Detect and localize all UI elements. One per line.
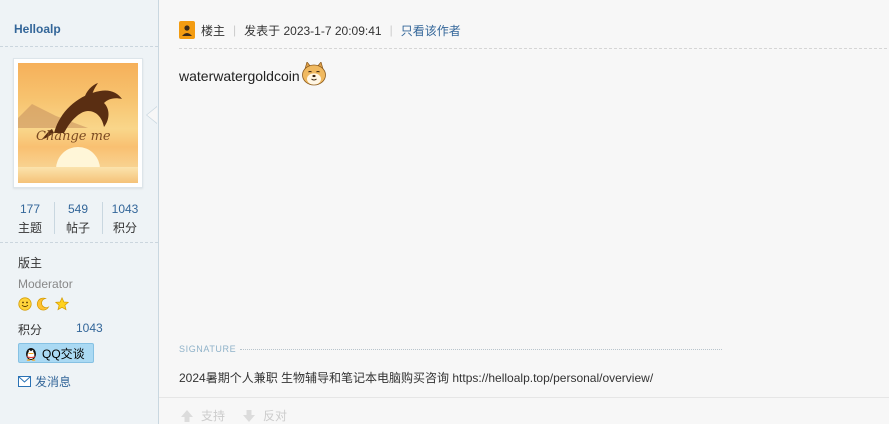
qq-penguin-icon (26, 348, 36, 361)
stat-points[interactable]: 1043 积分 (103, 202, 147, 236)
only-author-link[interactable]: 只看该作者 (401, 22, 461, 39)
qq-chat-label: QQ交谈 (42, 346, 85, 361)
post-body-text: waterwatergoldcoin (179, 68, 300, 84)
footer-divider (159, 397, 889, 398)
author-avatar[interactable]: Change me (13, 58, 143, 188)
stat-posts-label: 帖子 (65, 221, 90, 235)
author-username[interactable]: Helloalp (14, 22, 61, 36)
author-medals (18, 297, 70, 313)
support-label: 支持 (201, 409, 226, 423)
stat-points-value: 1043 (111, 202, 139, 216)
sidebar-divider (0, 242, 158, 243)
post-main: 楼主 | 发表于 2023-1-7 20:09:41 | 只看该作者 water… (159, 0, 889, 424)
header-separator: | (233, 23, 237, 37)
signature-divider (240, 348, 723, 350)
post-header: 楼主 | 发表于 2023-1-7 20:09:41 | 只看该作者 (179, 20, 461, 40)
send-message-label: 发消息 (35, 375, 72, 389)
post-content: waterwatergoldcoin (179, 62, 327, 86)
avatar-sun (56, 147, 100, 169)
qq-chat-button[interactable]: QQ交谈 (18, 343, 94, 363)
avatar-caption: Change me (36, 129, 111, 144)
thread-owner-label: 楼主 (201, 23, 226, 38)
smiley-medal-icon[interactable] (18, 297, 32, 311)
post-date: 发表于 2023-1-7 20:09:41 (244, 23, 382, 38)
stat-divider (54, 202, 55, 234)
moon-medal-icon[interactable] (36, 297, 50, 311)
send-message-link[interactable]: 发消息 (18, 373, 71, 390)
points-value: 1043 (76, 321, 103, 335)
header-separator: | (389, 23, 393, 37)
signature-label: SIGNATURE (179, 344, 723, 354)
star-medal-icon[interactable] (54, 297, 69, 311)
stat-points-label: 积分 (112, 221, 137, 235)
sidebar-divider (0, 46, 158, 47)
avatar-sea (18, 167, 138, 183)
doge-emoji-icon (301, 62, 326, 86)
support-button[interactable]: 支持 (179, 407, 225, 424)
stat-posts[interactable]: 549 帖子 (56, 202, 100, 236)
stat-topics-label: 主题 (17, 221, 42, 235)
header-divider (179, 48, 887, 49)
oppose-button[interactable]: 反对 (241, 407, 287, 424)
stat-topics[interactable]: 177 主题 (8, 202, 52, 236)
points-label: 积分 (18, 323, 43, 337)
stat-posts-value: 549 (67, 202, 89, 216)
signature-label-text: SIGNATURE (179, 344, 237, 354)
author-sidebar: Helloalp Change me 177 主题 549 帖子 1043 积分… (0, 0, 159, 424)
thread-owner-icon (179, 21, 195, 39)
envelope-icon (18, 376, 31, 387)
avatar-image: Change me (18, 63, 138, 183)
signature-text: 2024暑期个人兼职 生物辅导和笔记本电脑购买咨询 https://helloa… (179, 371, 654, 385)
author-role-en: Moderator (18, 277, 73, 291)
thumb-down-icon (243, 409, 255, 422)
author-stats: 177 主题 549 帖子 1043 积分 (8, 202, 148, 236)
thumb-up-icon (181, 409, 193, 422)
stat-topics-value: 177 (19, 202, 41, 216)
author-role[interactable]: 版主 (18, 254, 42, 271)
bubble-pointer (146, 106, 157, 124)
oppose-label: 反对 (263, 409, 288, 423)
